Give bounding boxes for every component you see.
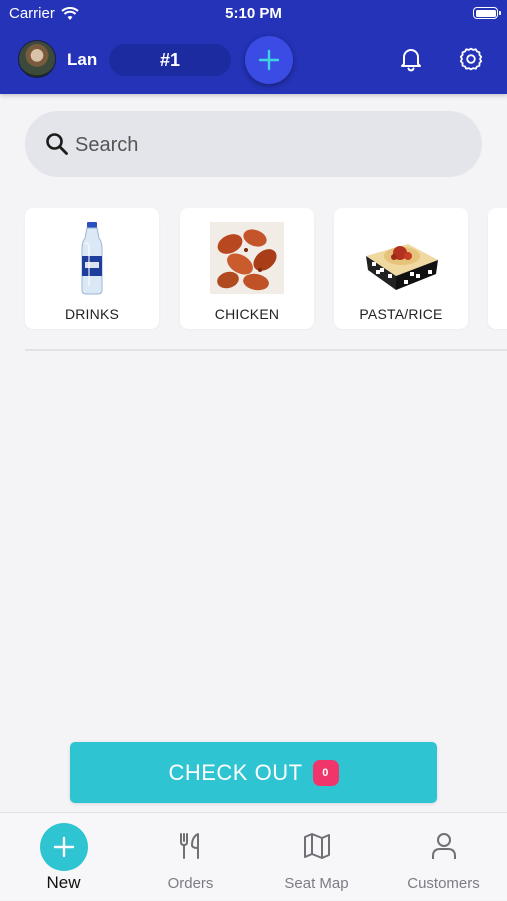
tab-bar: New Orders Seat Map Customers [0,812,507,900]
tab-customers[interactable]: Customers [380,813,507,901]
user-name: Lan [67,50,98,69]
new-order-circle[interactable] [40,823,88,871]
avatar[interactable] [18,40,56,78]
battery-icon [473,7,501,19]
pasta-tray-image [366,244,438,290]
tab-orders[interactable]: Orders [127,813,254,901]
map-icon [303,833,330,859]
status-time: 5:10 PM [225,5,282,22]
plus-icon [53,836,75,858]
search-bar[interactable] [25,111,482,177]
gear-icon[interactable] [457,45,485,73]
tab-label: Orders [167,875,214,892]
person-icon [431,833,456,859]
tab-seat-map[interactable]: Seat Map [253,813,380,901]
category-label: CHICKEN [214,306,280,322]
chicken-wings-image [210,222,284,294]
bell-icon[interactable] [397,45,425,73]
fork-knife-icon [179,833,199,859]
category-drinks[interactable]: DRINKS [25,208,159,329]
cart-count-badge: 0 [312,759,339,786]
tab-label: New [46,873,81,892]
search-icon [46,133,68,155]
category-chicken[interactable]: CHICKEN [180,208,314,329]
tab-label: Customers [407,875,480,892]
category-label: DRINKS [64,306,120,322]
app-header: Carrier 5:10 PM Lan #1 [0,0,507,94]
category-label: PASTA/RICE [359,306,443,322]
status-bar: Carrier 5:10 PM [0,0,507,28]
search-input[interactable] [73,127,457,163]
add-order-button[interactable] [245,36,293,84]
checkout-button[interactable]: CHECK OUT 0 [70,742,437,803]
category-pasta-rice[interactable]: PASTA/RICE [334,208,468,329]
order-number-tab[interactable]: #1 [109,44,231,76]
tab-new[interactable]: New [0,813,127,901]
divider [25,349,507,351]
checkout-label: CHECK OUT [168,759,303,785]
category-list[interactable]: DRINKS CHICKEN PASTA/RICE [0,208,507,330]
plus-icon [258,49,280,71]
tab-label: Seat Map [284,875,349,892]
category-partial[interactable] [488,208,507,329]
water-bottle-image [81,222,103,295]
